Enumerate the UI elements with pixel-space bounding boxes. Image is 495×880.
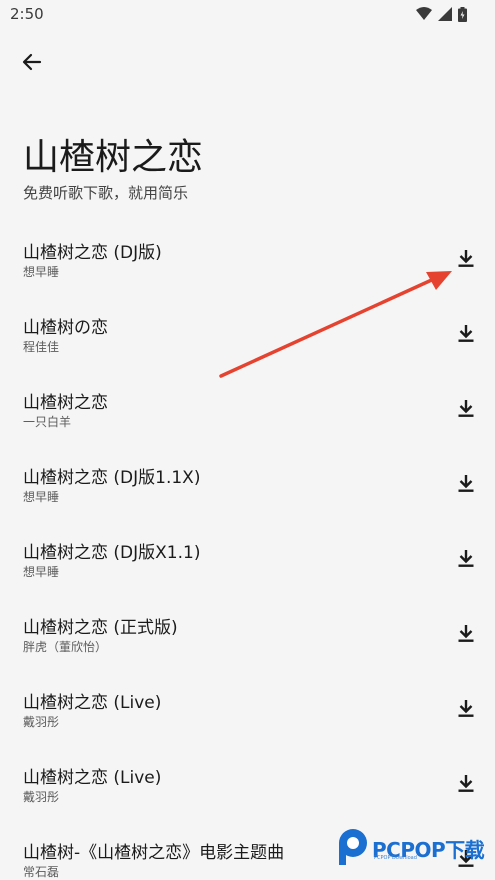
watermark-logo: PCPOP下载 PCPOP Download [336, 826, 486, 868]
download-icon [458, 625, 474, 642]
song-title: 山楂树之恋 (DJ版X1.1) [23, 543, 201, 563]
song-title: 山楂树之恋 (DJ版1.1X) [23, 468, 201, 488]
song-item[interactable]: 山楂树之恋 (正式版) 胖虎（董欣怡） [0, 593, 495, 668]
song-artist: 常石磊 [23, 865, 60, 879]
signal-icon [438, 7, 452, 21]
song-item[interactable]: 山楂树之恋 一只白羊 [0, 368, 495, 443]
song-item[interactable]: 山楂树の恋 程佳佳 [0, 293, 495, 368]
page-title: 山楂树之恋 [23, 137, 204, 178]
download-button[interactable] [452, 394, 480, 422]
download-button[interactable] [452, 619, 480, 647]
battery-icon [458, 6, 467, 22]
arrow-left-icon [22, 53, 42, 71]
download-icon [458, 250, 474, 267]
song-title: 山楂树之恋 (DJ版) [23, 243, 162, 263]
download-icon [458, 325, 474, 342]
song-artist: 想早睡 [23, 490, 60, 504]
song-item[interactable]: 山楂树之恋 (DJ版) 想早睡 [0, 218, 495, 293]
page-subtitle: 免费听歌下歌，就用简乐 [23, 184, 189, 202]
song-list: 山楂树之恋 (DJ版) 想早睡 山楂树の恋 程佳佳 山楂树之恋 一只白羊 山楂树… [0, 218, 495, 880]
song-title: 山楂树-《山楂树之恋》电影主题曲 [23, 843, 285, 863]
song-artist: 程佳佳 [23, 340, 60, 354]
wifi-icon [416, 7, 432, 20]
download-icon [458, 775, 474, 792]
watermark-subtext: PCPOP Download [374, 855, 417, 861]
download-button[interactable] [452, 769, 480, 797]
song-artist: 胖虎（董欣怡） [23, 640, 108, 654]
song-title: 山楂树の恋 [23, 318, 108, 338]
song-title: 山楂树之恋 (正式版) [23, 618, 178, 638]
status-time: 2:50 [10, 5, 44, 23]
download-button[interactable] [452, 544, 480, 572]
status-icons [416, 6, 467, 22]
song-item[interactable]: 山楂树之恋 (DJ版X1.1) 想早睡 [0, 518, 495, 593]
song-item[interactable]: 山楂树之恋 (Live) 戴羽彤 [0, 668, 495, 743]
song-artist: 想早睡 [23, 265, 60, 279]
status-bar: 2:50 [0, 0, 495, 28]
download-button[interactable] [452, 469, 480, 497]
song-title: 山楂树之恋 (Live) [23, 768, 162, 788]
song-title: 山楂树之恋 (Live) [23, 693, 162, 713]
song-item[interactable]: 山楂树之恋 (DJ版1.1X) 想早睡 [0, 443, 495, 518]
back-button[interactable] [16, 46, 48, 78]
download-icon [458, 700, 474, 717]
pcpop-logo-icon [339, 829, 367, 865]
song-artist: 戴羽彤 [23, 715, 60, 729]
download-icon [458, 400, 474, 417]
download-button[interactable] [452, 319, 480, 347]
song-item[interactable]: 山楂树之恋 (Live) 戴羽彤 [0, 743, 495, 818]
download-icon [458, 475, 474, 492]
download-button[interactable] [452, 244, 480, 272]
song-artist: 戴羽彤 [23, 790, 60, 804]
download-icon [458, 550, 474, 567]
download-button[interactable] [452, 694, 480, 722]
song-artist: 一只白羊 [23, 415, 72, 429]
song-title: 山楂树之恋 [23, 393, 108, 413]
song-artist: 想早睡 [23, 565, 60, 579]
